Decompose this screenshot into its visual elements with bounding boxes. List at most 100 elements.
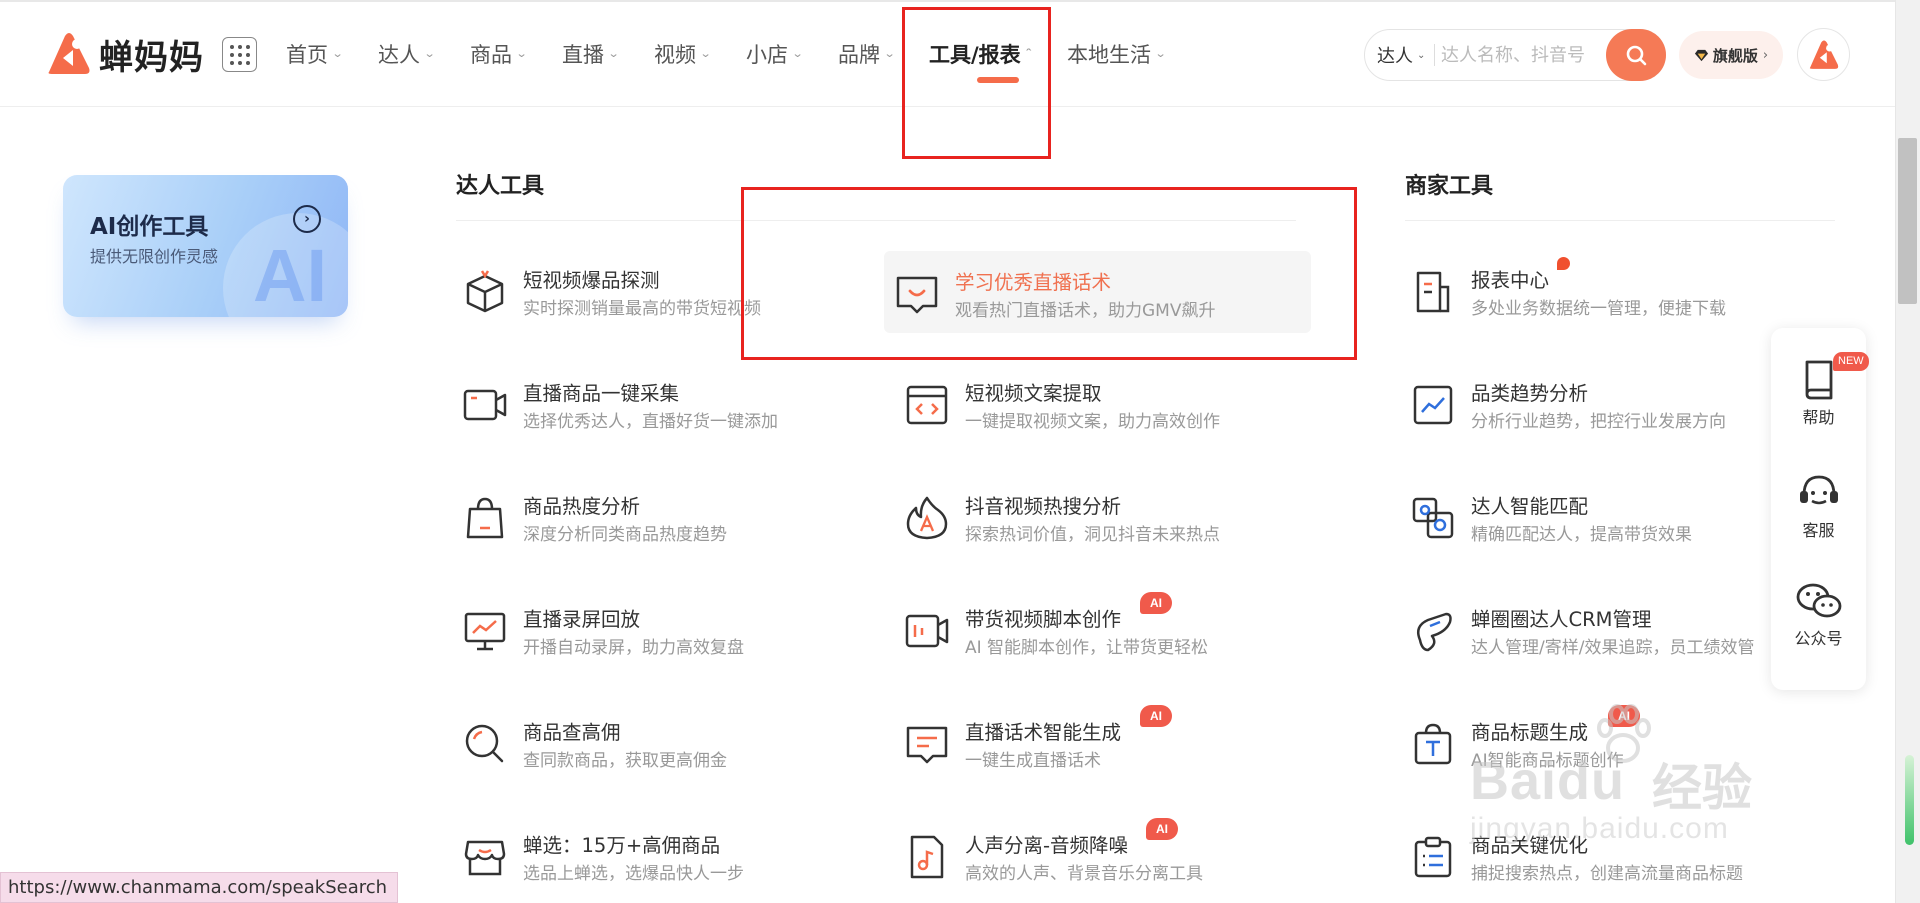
chevron-down-icon: ⌄ (331, 47, 344, 60)
clipboard-list-icon (1408, 832, 1458, 882)
official-account-button[interactable]: 公众号 (1771, 581, 1866, 649)
scrollbar-thumb[interactable] (1898, 138, 1917, 304)
tool-title: 商品关键优化 (1471, 834, 1589, 857)
tool-title: 达人智能匹配 (1471, 495, 1589, 518)
nav-item-product[interactable]: 商品 ⌄ (470, 0, 562, 107)
tool-item[interactable]: 短视频文案提取 一键提取视频文案，助力高效创作 (894, 362, 1324, 444)
tool-title: 抖音视频热搜分析 (965, 495, 1122, 518)
tool-title: 直播话术智能生成 (965, 721, 1122, 744)
vip-edition-button[interactable]: 旗舰版 › (1679, 31, 1783, 79)
tool-desc: 实时探测销量最高的带货短视频 (523, 299, 761, 319)
code-window-icon (902, 380, 952, 430)
nav-item-local-life[interactable]: 本地生活 ⌄ (1067, 0, 1177, 107)
search-divider (1434, 44, 1435, 66)
floating-side-panel: 帮助 NEW 客服 公众号 (1771, 328, 1869, 690)
customer-service-button[interactable]: 客服 (1771, 471, 1866, 541)
tool-item[interactable]: 人声分离-音频降噪 AI 高效的人声、背景音乐分离工具 (894, 814, 1324, 896)
nav-item-video[interactable]: 视频 ⌄ (654, 0, 746, 107)
tool-desc: 开播自动录屏，助力高效复盘 (523, 638, 744, 658)
chat-lines-icon (902, 719, 952, 769)
video-script-icon (902, 606, 952, 656)
chanmama-logo-icon (48, 33, 90, 74)
tool-title: 商品标题生成 (1471, 721, 1589, 744)
tool-title: 商品热度分析 (523, 495, 641, 518)
chevron-down-icon: ⌄ (699, 47, 712, 60)
window-top-border (0, 0, 1920, 2)
chevron-right-icon: › (1762, 47, 1769, 63)
tool-desc: 达人管理/寄样/效果追踪，员工绩效管 (1471, 638, 1755, 658)
tool-item[interactable]: 抖音视频热搜分析 探索热词价值，洞见抖音未来热点 (894, 475, 1324, 557)
tool-item[interactable]: 直播话术智能生成 AI 一键生成直播话术 (894, 701, 1324, 783)
tool-item[interactable]: 品类趋势分析 分析行业趋势，把控行业发展方向 (1400, 362, 1830, 444)
search-input[interactable] (1441, 40, 1591, 70)
section-title-influencer-tools: 达人工具 (456, 174, 545, 199)
magnifier-icon (460, 719, 510, 769)
tool-item[interactable]: 商品热度分析 深度分析同类商品热度趋势 (452, 475, 882, 557)
music-file-icon (902, 832, 952, 882)
tool-desc: AI智能商品标题创作 (1471, 751, 1624, 771)
ai-creation-card[interactable]: AI AI创作工具 提供无限创作灵感 › (63, 175, 348, 317)
wechat-icon (1796, 583, 1841, 618)
chevron-down-icon: ⌄ (607, 47, 620, 60)
chevron-down-icon: ⌄ (423, 47, 436, 60)
tool-item[interactable]: 达人智能匹配 精确匹配达人，提高带货效果 (1400, 475, 1830, 557)
tool-item[interactable]: 商品标题生成 AI AI智能商品标题创作 (1400, 701, 1830, 783)
tool-title: 直播商品一键采集 (523, 382, 680, 405)
tool-item[interactable]: 报表中心 多处业务数据统一管理，便捷下载 (1400, 249, 1830, 331)
side-progress-indicator (1905, 755, 1914, 845)
tool-desc: 精确匹配达人，提高带货效果 (1471, 525, 1692, 545)
tool-item[interactable]: 直播录屏回放 开播自动录屏，助力高效复盘 (452, 588, 882, 670)
avatar-logo-icon (1809, 39, 1838, 69)
tool-title: 人声分离-音频降噪 (965, 834, 1129, 857)
search-type-select[interactable]: 达人 ⌄ (1377, 30, 1425, 80)
section-title-merchant-tools: 商家工具 (1405, 174, 1494, 199)
flame-icon (902, 493, 952, 543)
search-button[interactable] (1606, 29, 1666, 81)
nav-item-live[interactable]: 直播 ⌄ (562, 0, 654, 107)
chevron-down-icon: ⌄ (791, 47, 804, 60)
ai-badge: AI (1140, 592, 1172, 614)
new-dot-badge (1557, 257, 1570, 270)
tool-desc: 选品上蝉选，选爆品快人一步 (523, 864, 744, 884)
arrow-right-circle-icon: › (293, 205, 321, 233)
new-badge: NEW (1833, 352, 1869, 371)
nav-item-home[interactable]: 首页 ⌄ (286, 0, 378, 107)
nav-item-influencer[interactable]: 达人 ⌄ (378, 0, 470, 107)
ai-card-title: AI创作工具 (90, 214, 209, 240)
tool-title: 蝉选：15万+高佣商品 (523, 834, 721, 857)
ai-card-subtitle: 提供无限创作灵感 (90, 247, 219, 266)
tool-item[interactable]: 直播商品一键采集 选择优秀达人，直播好货一键添加 (452, 362, 882, 444)
tool-title: 商品查高佣 (523, 721, 621, 744)
tool-desc: 选择优秀达人，直播好货一键添加 (523, 412, 778, 432)
title-bag-icon (1408, 719, 1458, 769)
headset-icon (1799, 475, 1838, 505)
chevron-down-icon: ⌄ (515, 47, 528, 60)
tool-item[interactable]: 带货视频脚本创作 AI AI 智能脚本创作，让带货更轻松 (894, 588, 1324, 670)
tool-item[interactable]: 蝉圈圈达人CRM管理 达人管理/寄样/效果追踪，员工绩效管 (1400, 588, 1830, 670)
store-icon (460, 832, 510, 882)
trend-chart-icon (1408, 380, 1458, 430)
tool-title: 品类趋势分析 (1471, 382, 1589, 405)
tool-item[interactable]: 商品查高佣 查同款商品，获取更高佣金 (452, 701, 882, 783)
nav-item-shop[interactable]: 小店 ⌄ (746, 0, 838, 107)
tool-desc: 捕捉搜索热点，创建高流量商品标题 (1471, 864, 1743, 884)
tool-title: 短视频爆品探测 (523, 269, 660, 292)
tool-desc: 深度分析同类商品热度趋势 (523, 525, 727, 545)
tool-title: 直播录屏回放 (523, 608, 641, 631)
tool-desc: 高效的人声、背景音乐分离工具 (965, 864, 1203, 884)
tool-item[interactable]: 商品关键优化 捕捉搜索热点，创建高流量商品标题 (1400, 814, 1830, 896)
tool-desc: 一键生成直播话术 (965, 751, 1101, 771)
brand-logo[interactable]: 蝉妈妈 (43, 28, 204, 80)
tool-title: 报表中心 (1471, 269, 1550, 292)
monitor-chart-icon (460, 606, 510, 656)
tool-desc: 分析行业趋势，把控行业发展方向 (1471, 412, 1726, 432)
report-doc-icon (1408, 267, 1458, 317)
diamond-icon (1694, 49, 1708, 61)
ai-badge: AI (1146, 818, 1178, 840)
brand-name: 蝉妈妈 (99, 37, 204, 78)
tool-item[interactable]: 蝉选：15万+高佣商品 选品上蝉选，选爆品快人一步 (452, 814, 882, 896)
tool-desc: 查同款商品，获取更高佣金 (523, 751, 727, 771)
section-divider (1405, 220, 1835, 221)
apps-grid-button[interactable] (222, 37, 257, 72)
user-avatar[interactable] (1797, 28, 1850, 81)
